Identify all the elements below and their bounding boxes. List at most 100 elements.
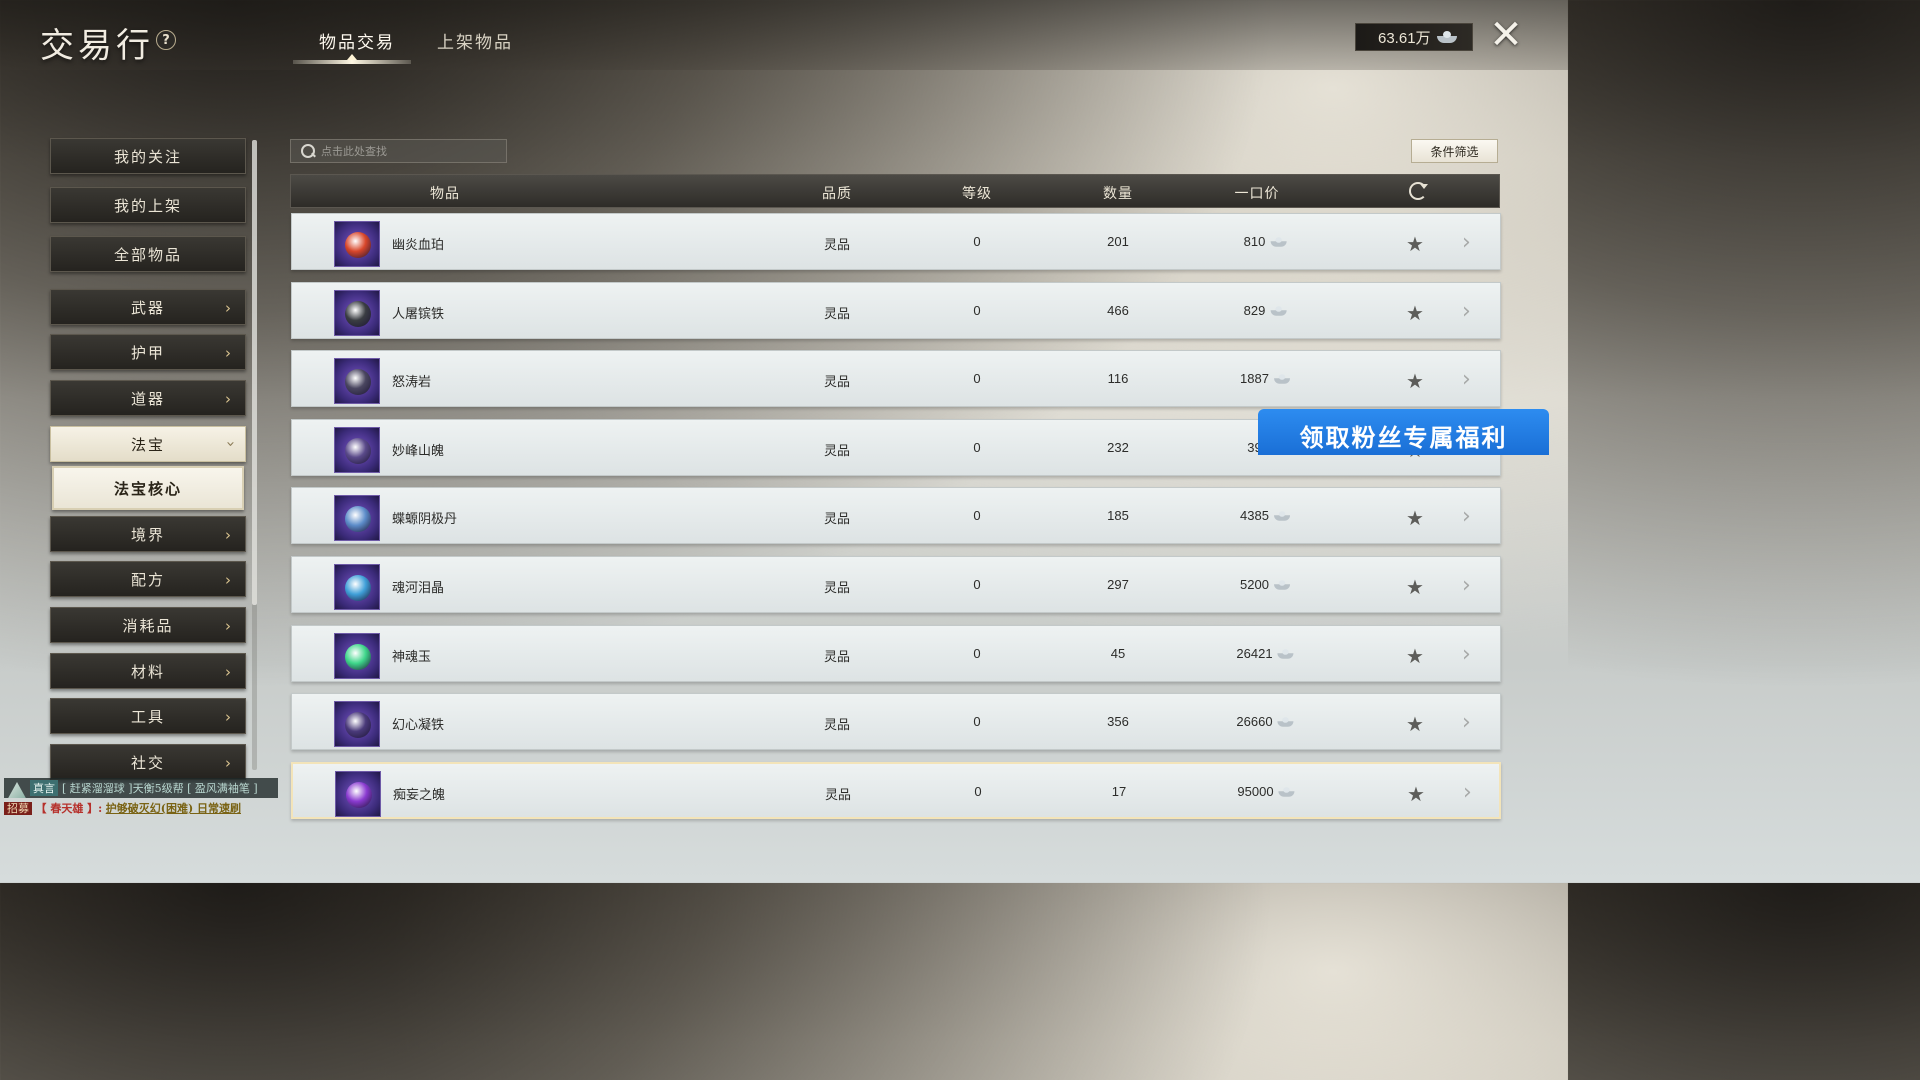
chat-link[interactable]: 护够破灭幻(困难) 日常速刷 — [106, 802, 241, 815]
sidebar-item-dao-tools[interactable]: 道器 › — [50, 380, 246, 416]
chevron-right-icon[interactable]: › — [1462, 299, 1471, 324]
search-icon — [301, 144, 315, 158]
chevron-right-icon[interactable]: › — [1462, 642, 1471, 667]
star-icon[interactable]: ★ — [1406, 644, 1424, 668]
tab-item-trade[interactable]: 物品交易 — [319, 28, 395, 53]
tab-listed-items[interactable]: 上架物品 — [437, 28, 513, 53]
sidebar-item-treasures[interactable]: 法宝 › — [50, 426, 246, 462]
item-level: 0 — [973, 303, 981, 318]
item-gem-icon — [345, 506, 371, 532]
item-level: 0 — [973, 440, 981, 455]
star-icon[interactable]: ★ — [1406, 712, 1424, 736]
table-header: 物品 品质 等级 数量 一口价 — [290, 174, 1500, 208]
item-level: 0 — [973, 577, 981, 592]
table-row[interactable]: 魂河泪晶 灵品 0 297 5200 ★ › — [291, 556, 1501, 613]
chat-avatar-icon — [6, 782, 28, 798]
item-quantity: 17 — [1111, 784, 1127, 799]
silver-ingot-icon — [1270, 236, 1287, 247]
chevron-right-icon: › — [225, 754, 233, 772]
sidebar-item-recipes[interactable]: 配方 › — [50, 561, 246, 597]
sidebar-item-label: 法宝 — [130, 435, 165, 454]
table-row[interactable]: 怒涛岩 灵品 0 116 1887 ★ › — [291, 350, 1501, 407]
item-level: 0 — [973, 234, 981, 249]
chevron-right-icon: › — [225, 663, 233, 681]
sidebar-scrollbar[interactable] — [252, 140, 257, 770]
chat-channel-tag: 真言 — [30, 780, 58, 796]
item-name: 痴妄之魄 — [393, 788, 446, 803]
item-price: 810 — [1244, 234, 1289, 249]
sidebar-item-weapons[interactable]: 武器 › — [50, 289, 246, 325]
chevron-right-icon[interactable]: › — [1462, 573, 1471, 598]
chat-channel-tag: 招募 — [4, 802, 32, 815]
chat-sender: 【 春天雄 】: — [35, 802, 103, 815]
scrollbar-thumb[interactable] — [252, 140, 257, 605]
table-row[interactable]: 幻心凝铁 灵品 0 356 26660 ★ › — [291, 693, 1501, 750]
sidebar-item-materials[interactable]: 材料 › — [50, 653, 246, 689]
chat-text: [ 赶紧溜溜球 ]天衡5级帮 [ 盈风满袖笔 ] — [62, 782, 258, 795]
sidebar-item-label: 消耗品 — [122, 616, 174, 635]
sidebar-item-realm[interactable]: 境界 › — [50, 516, 246, 552]
filter-button[interactable]: 条件筛选 — [1411, 139, 1498, 163]
item-price-value: 26660 — [1236, 714, 1273, 729]
sidebar-item-tools[interactable]: 工具 › — [50, 698, 246, 734]
promo-banner[interactable]: 领取粉丝专属福利 — [1258, 409, 1549, 455]
star-icon[interactable]: ★ — [1406, 506, 1424, 530]
sidebar-item-consumables[interactable]: 消耗品 › — [50, 607, 246, 643]
currency-display: 63.61万 — [1355, 23, 1473, 51]
item-level: 0 — [973, 508, 981, 523]
sidebar-item-my-watchlist[interactable]: 我的关注 — [50, 138, 246, 174]
item-quantity: 116 — [1107, 371, 1129, 386]
sidebar-item-social[interactable]: 社交 › — [50, 744, 246, 780]
chevron-right-icon[interactable]: › — [1462, 230, 1471, 255]
sidebar-subitem-treasure-core[interactable]: 法宝核心 — [52, 466, 244, 510]
star-icon[interactable]: ★ — [1406, 232, 1424, 256]
item-price-value: 829 — [1243, 303, 1266, 318]
star-icon[interactable]: ★ — [1406, 301, 1424, 325]
sidebar-item-my-listings[interactable]: 我的上架 — [50, 187, 246, 223]
item-price-value: 4385 — [1240, 508, 1269, 523]
help-icon[interactable]: ? — [156, 30, 176, 50]
chat-message[interactable]: 真言 [ 赶紧溜溜球 ]天衡5级帮 [ 盈风满袖笔 ] — [4, 778, 278, 798]
item-name: 魂河泪晶 — [392, 581, 445, 596]
item-quantity: 356 — [1107, 714, 1129, 729]
close-button[interactable]: ✕ — [1487, 15, 1525, 55]
table-row[interactable]: 痴妄之魄 灵品 0 17 95000 ★ › — [291, 762, 1501, 819]
item-price: 26660 — [1236, 714, 1295, 729]
chevron-right-icon: › — [225, 390, 233, 408]
table-row[interactable]: 幽炎血珀 灵品 0 201 810 ★ › — [291, 213, 1501, 270]
top-bar — [0, 0, 1568, 70]
search-input[interactable] — [321, 144, 501, 158]
table-row[interactable]: 人屠镔铁 灵品 0 466 829 ★ › — [291, 282, 1501, 339]
chevron-right-icon[interactable]: › — [1462, 710, 1471, 735]
refresh-icon[interactable] — [1409, 182, 1428, 200]
item-quality: 灵品 — [823, 581, 851, 596]
item-icon — [334, 290, 380, 336]
item-quality: 灵品 — [823, 512, 851, 527]
item-icon — [334, 427, 380, 473]
sidebar-item-armor[interactable]: 护甲 › — [50, 334, 246, 370]
currency-amount: 63.61万 — [1378, 29, 1431, 47]
item-price: 829 — [1244, 303, 1289, 318]
item-name: 妙峰山魄 — [392, 444, 445, 459]
chevron-right-icon[interactable]: › — [1462, 367, 1471, 392]
sidebar-item-label: 我的上架 — [113, 196, 182, 215]
chat-message[interactable]: 招募 【 春天雄 】: 护够破灭幻(困难) 日常速刷 — [4, 800, 280, 817]
star-icon[interactable]: ★ — [1406, 369, 1424, 393]
item-icon — [334, 633, 380, 679]
chevron-right-icon: › — [225, 344, 233, 362]
chevron-down-icon: › — [222, 441, 240, 449]
table-row[interactable]: 神魂玉 灵品 0 45 26421 ★ › — [291, 625, 1501, 682]
star-icon[interactable]: ★ — [1406, 575, 1424, 599]
chevron-right-icon[interactable]: › — [1463, 780, 1472, 805]
table-row[interactable]: 蝶螈阴极丹 灵品 0 185 4385 ★ › — [291, 487, 1501, 544]
search-box[interactable] — [290, 139, 507, 163]
item-price: 95000 — [1237, 784, 1296, 799]
item-quantity: 297 — [1107, 577, 1129, 592]
item-icon — [334, 495, 380, 541]
item-level: 0 — [973, 646, 981, 661]
sidebar-item-all-items[interactable]: 全部物品 — [50, 236, 246, 272]
star-icon[interactable]: ★ — [1407, 782, 1425, 806]
item-name: 幻心凝铁 — [392, 718, 445, 733]
item-quality: 灵品 — [823, 650, 851, 665]
chevron-right-icon[interactable]: › — [1462, 504, 1471, 529]
